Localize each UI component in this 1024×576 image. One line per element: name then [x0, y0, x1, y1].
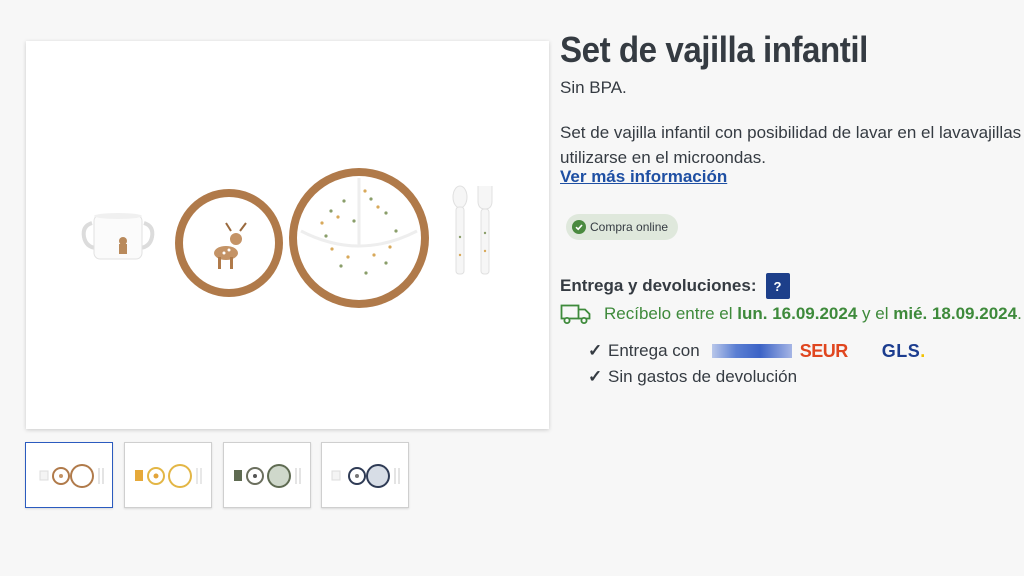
product-info: Set de vajilla infantil Sin BPA. Set de …: [560, 29, 1024, 387]
thumbnail-4[interactable]: [321, 442, 409, 508]
carrier-label: Entrega con: [608, 341, 700, 360]
online-purchase-badge: Compra online: [566, 214, 679, 240]
seur-logo: SEUR: [799, 340, 849, 361]
description-line-1: Set de vajilla infantil con posibilidad …: [560, 123, 1024, 142]
delivery-truck-icon: [560, 304, 591, 324]
thumbnail-3[interactable]: [223, 442, 311, 508]
bowl-image: [175, 189, 283, 297]
tableware-illustration: [81, 168, 493, 308]
thumbnail-3-illustration: [234, 464, 301, 488]
checkmark-icon: ✓: [588, 367, 603, 386]
product-description: Set de vajilla infantil con posibilidad …: [560, 120, 1024, 170]
carrier-row: ✓ Entrega con SEUR GLS.: [588, 338, 926, 364]
delivery-title: Entrega y devoluciones:: [560, 276, 757, 295]
receive-middle: y el: [862, 304, 889, 323]
returns-row: ✓ Sin gastos de devolución: [588, 364, 926, 390]
thumbnail-1[interactable]: [25, 442, 113, 508]
thumbnail-2-illustration: [135, 464, 202, 488]
more-info-link[interactable]: Ver más información: [560, 167, 727, 187]
gls-logo-text: GLS: [881, 340, 921, 361]
product-subtitle: Sin BPA.: [560, 78, 627, 97]
delivery-estimate: Recíbelo entre el lun. 16.09.2024 y el m…: [560, 303, 1022, 325]
delivery-header: Entrega y devoluciones: ?: [560, 273, 790, 299]
receive-suffix: .: [1017, 304, 1022, 323]
cup-image: [81, 213, 155, 260]
receive-prefix: Recíbelo entre el: [604, 304, 733, 323]
thumbnail-4-illustration: [331, 464, 400, 488]
carrier-logo-blurred: [711, 344, 792, 358]
product-title: Set de vajilla infantil: [560, 29, 868, 70]
cutlery-image: [452, 185, 493, 275]
gls-logo: GLS.: [882, 341, 926, 362]
thumbnail-1-illustration: [39, 464, 104, 488]
gls-logo-dot: .: [920, 340, 926, 361]
check-circle-icon: [572, 220, 586, 234]
delivery-date-to: mié. 18.09.2024: [893, 304, 1018, 323]
checkmark-icon: ✓: [588, 341, 603, 360]
returns-label: Sin gastos de devolución: [608, 367, 798, 386]
divided-plate-image: [289, 168, 429, 308]
delivery-help-button[interactable]: ?: [765, 273, 790, 299]
badge-label: Compra online: [590, 220, 669, 234]
product-main-image[interactable]: [26, 41, 549, 429]
delivery-date-from: lun. 16.09.2024: [737, 304, 858, 323]
delivery-benefits: ✓ Entrega con SEUR GLS. ✓ Sin gastos de …: [588, 338, 926, 390]
thumbnail-2[interactable]: [124, 442, 212, 508]
